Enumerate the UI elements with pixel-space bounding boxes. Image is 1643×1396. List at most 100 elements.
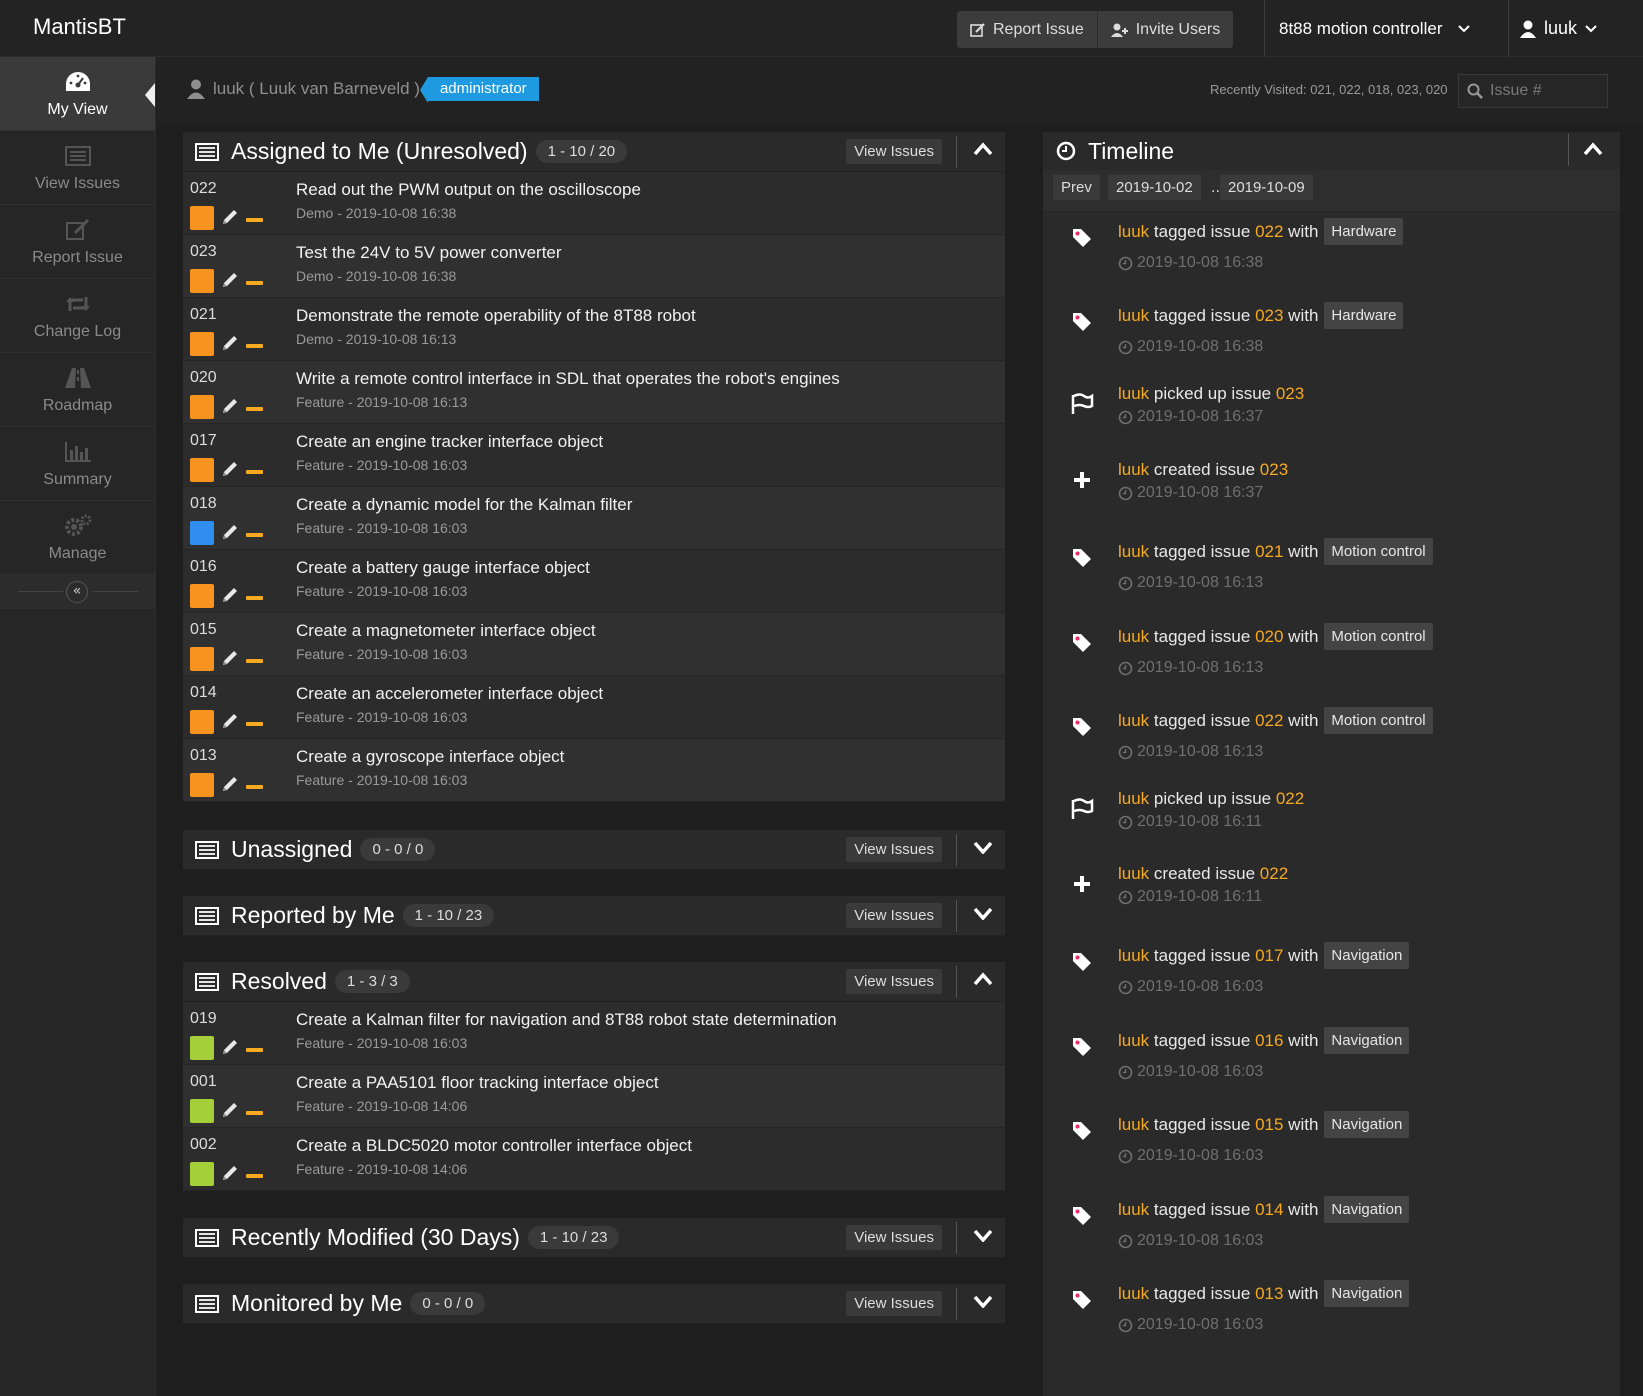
table-row[interactable]: 015 Create a magnetometer interface objec… (183, 613, 1005, 676)
project-selector[interactable]: 8t88 motion controller (1264, 0, 1509, 57)
table-row[interactable]: 020 Write a remote control interface in S… (183, 361, 1005, 424)
table-row[interactable]: 001 Create a PAA5101 floor tracking inter… (183, 1065, 1005, 1128)
view-issues-button[interactable]: View Issues (846, 837, 942, 862)
user-link[interactable]: luuk (1118, 1200, 1149, 1220)
pencil-icon[interactable] (221, 208, 239, 226)
tag-badge[interactable]: Hardware (1324, 302, 1404, 329)
issue-summary[interactable]: Create a dynamic model for the Kalman fi… (296, 495, 632, 515)
issue-link[interactable]: 017 (1255, 946, 1283, 966)
user-link[interactable]: luuk (1118, 627, 1149, 647)
issue-id[interactable]: 021 (190, 306, 217, 324)
user-link[interactable]: luuk (1118, 384, 1149, 404)
issue-id[interactable]: 020 (190, 369, 217, 387)
view-issues-button[interactable]: View Issues (846, 1291, 942, 1316)
issue-link[interactable]: 022 (1260, 864, 1288, 884)
user-link[interactable]: luuk (1118, 789, 1149, 809)
pencil-icon[interactable] (221, 586, 239, 604)
user-link[interactable]: luuk (1118, 222, 1149, 242)
pencil-icon[interactable] (221, 334, 239, 352)
sidebar-collapse-button[interactable]: « (66, 581, 88, 603)
view-issues-button[interactable]: View Issues (846, 1225, 942, 1250)
chevron-down-icon[interactable] (973, 1294, 993, 1308)
tag-badge[interactable]: Navigation (1324, 942, 1410, 969)
pencil-icon[interactable] (221, 712, 239, 730)
chevron-down-icon[interactable] (973, 840, 993, 854)
issue-link[interactable]: 022 (1255, 711, 1283, 731)
pencil-icon[interactable] (221, 460, 239, 478)
pencil-icon[interactable] (221, 649, 239, 667)
sidebar-item-summary[interactable]: Summary (0, 427, 155, 501)
recently-visited[interactable]: Recently Visited: 021, 022, 018, 023, 02… (1210, 82, 1448, 97)
pencil-icon[interactable] (221, 397, 239, 415)
view-issues-button[interactable]: View Issues (846, 139, 942, 164)
pencil-icon[interactable] (221, 775, 239, 793)
view-issues-button[interactable]: View Issues (846, 903, 942, 928)
issue-id[interactable]: 002 (190, 1136, 217, 1154)
issue-link[interactable]: 014 (1255, 1200, 1283, 1220)
issue-link[interactable]: 023 (1255, 306, 1283, 326)
table-row[interactable]: 018 Create a dynamic model for the Kalman… (183, 487, 1005, 550)
user-menu[interactable]: luuk (1520, 0, 1605, 57)
user-link[interactable]: luuk (1118, 711, 1149, 731)
pencil-icon[interactable] (221, 271, 239, 289)
issue-link[interactable]: 022 (1276, 789, 1304, 809)
issue-summary[interactable]: Create a BLDC5020 motor controller inter… (296, 1136, 692, 1156)
chevron-up-icon[interactable] (1583, 142, 1603, 156)
issue-id[interactable]: 016 (190, 558, 217, 576)
issue-summary[interactable]: Write a remote control interface in SDL … (296, 369, 840, 389)
view-issues-button[interactable]: View Issues (846, 969, 942, 994)
tag-badge[interactable]: Navigation (1324, 1280, 1410, 1307)
table-row[interactable]: 016 Create a battery gauge interface obje… (183, 550, 1005, 613)
issue-id[interactable]: 023 (190, 243, 217, 261)
issue-summary[interactable]: Demonstrate the remote operability of th… (296, 306, 696, 326)
table-row[interactable]: 013 Create a gyroscope interface object Fe… (183, 739, 1005, 802)
chevron-down-icon[interactable] (973, 906, 993, 920)
issue-summary[interactable]: Create an engine tracker interface objec… (296, 432, 603, 452)
sidebar-item-manage[interactable]: Manage (0, 501, 155, 575)
issue-search-input[interactable]: Issue # (1458, 74, 1608, 108)
user-link[interactable]: luuk (1118, 1031, 1149, 1051)
table-row[interactable]: 019 Create a Kalman filter for navigation… (183, 1002, 1005, 1065)
sidebar-item-my-view[interactable]: My View (0, 57, 155, 131)
user-link[interactable]: luuk (1118, 1115, 1149, 1135)
issue-summary[interactable]: Create a battery gauge interface object (296, 558, 590, 578)
issue-id[interactable]: 013 (190, 747, 217, 765)
table-row[interactable]: 021 Demonstrate the remote operability of… (183, 298, 1005, 361)
tag-badge[interactable]: Motion control (1324, 707, 1433, 734)
table-row[interactable]: 017 Create an engine tracker interface ob… (183, 424, 1005, 487)
chevron-up-icon[interactable] (973, 972, 993, 986)
current-user-name[interactable]: luuk ( Luuk van Barneveld ) (213, 79, 420, 99)
tag-badge[interactable]: Motion control (1324, 538, 1433, 565)
brand-logo[interactable]: MantisBT (33, 14, 126, 40)
table-row[interactable]: 002 Create a BLDC5020 motor controller in… (183, 1128, 1005, 1191)
user-link[interactable]: luuk (1118, 1284, 1149, 1304)
user-link[interactable]: luuk (1118, 864, 1149, 884)
issue-link[interactable]: 013 (1255, 1284, 1283, 1304)
pencil-icon[interactable] (221, 1038, 239, 1056)
table-row[interactable]: 014 Create an accelerometer interface obj… (183, 676, 1005, 739)
sidebar-item-report-issue[interactable]: Report Issue (0, 205, 155, 279)
pencil-icon[interactable] (221, 1164, 239, 1182)
pencil-icon[interactable] (221, 523, 239, 541)
issue-summary[interactable]: Read out the PWM output on the oscillosc… (296, 180, 641, 200)
tag-badge[interactable]: Navigation (1324, 1111, 1410, 1138)
sidebar-item-roadmap[interactable]: Roadmap (0, 353, 155, 427)
tag-badge[interactable]: Motion control (1324, 623, 1433, 650)
issue-id[interactable]: 022 (190, 180, 217, 198)
timeline-to-date[interactable]: 2019-10-09 (1220, 175, 1313, 200)
issue-id[interactable]: 014 (190, 684, 217, 702)
user-link[interactable]: luuk (1118, 460, 1149, 480)
issue-id[interactable]: 017 (190, 432, 217, 450)
timeline-from-date[interactable]: 2019-10-02 (1108, 175, 1201, 200)
issue-summary[interactable]: Create a Kalman filter for navigation an… (296, 1010, 837, 1030)
report-issue-button[interactable]: Report Issue (957, 11, 1098, 48)
issue-link[interactable]: 016 (1255, 1031, 1283, 1051)
issue-link[interactable]: 020 (1255, 627, 1283, 647)
chevron-up-icon[interactable] (973, 142, 993, 156)
table-row[interactable]: 023 Test the 24V to 5V power converter Dem… (183, 235, 1005, 298)
prev-button[interactable]: Prev (1053, 175, 1100, 200)
issue-id[interactable]: 019 (190, 1010, 217, 1028)
user-link[interactable]: luuk (1118, 946, 1149, 966)
issue-id[interactable]: 015 (190, 621, 217, 639)
issue-summary[interactable]: Test the 24V to 5V power converter (296, 243, 562, 263)
